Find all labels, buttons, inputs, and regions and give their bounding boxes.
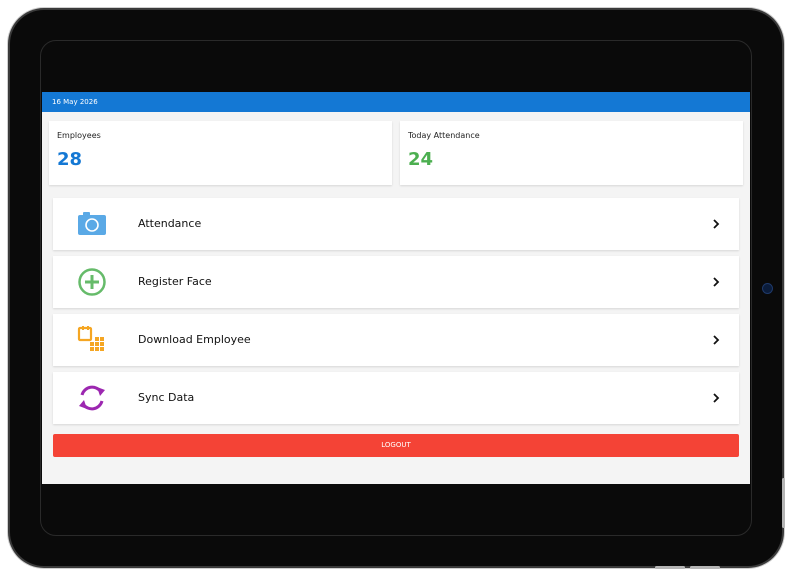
chevron-right-icon [713,219,720,229]
employees-count: 28 [57,149,83,170]
status-bar: 16 May 2026 [42,92,750,112]
front-camera [762,283,773,294]
sync-icon [79,385,105,411]
camera-icon [78,212,106,235]
logout-button[interactable]: LOGOUT [53,434,739,457]
date-text: 16 May 2026 [52,98,98,106]
menu-label-register-face: Register Face [138,275,212,288]
chevron-right-icon [713,393,720,403]
menu-label-attendance: Attendance [138,217,202,230]
menu-item-attendance[interactable]: Attendance [53,198,739,250]
chevron-right-icon [713,335,720,345]
employees-label: Employees [57,131,101,140]
menu-label-download-employee: Download Employee [138,333,251,346]
power-button-2 [690,566,720,569]
download-grid-icon [77,326,104,351]
chevron-right-icon [713,277,720,287]
menu-item-download-employee[interactable]: Download Employee [53,314,739,366]
app-screen: 16 May 2026 Employees 28 Today Attendanc… [42,92,750,484]
power-button [655,566,685,569]
employees-card: Employees 28 [49,121,392,185]
add-circle-icon [78,268,106,296]
attendance-count: 24 [408,149,434,170]
attendance-card: Today Attendance 24 [400,121,743,185]
menu-label-sync-data: Sync Data [138,391,195,404]
volume-button [782,478,785,528]
attendance-label: Today Attendance [408,131,480,140]
menu-item-sync-data[interactable]: Sync Data [53,372,739,424]
menu-item-register-face[interactable]: Register Face [53,256,739,308]
